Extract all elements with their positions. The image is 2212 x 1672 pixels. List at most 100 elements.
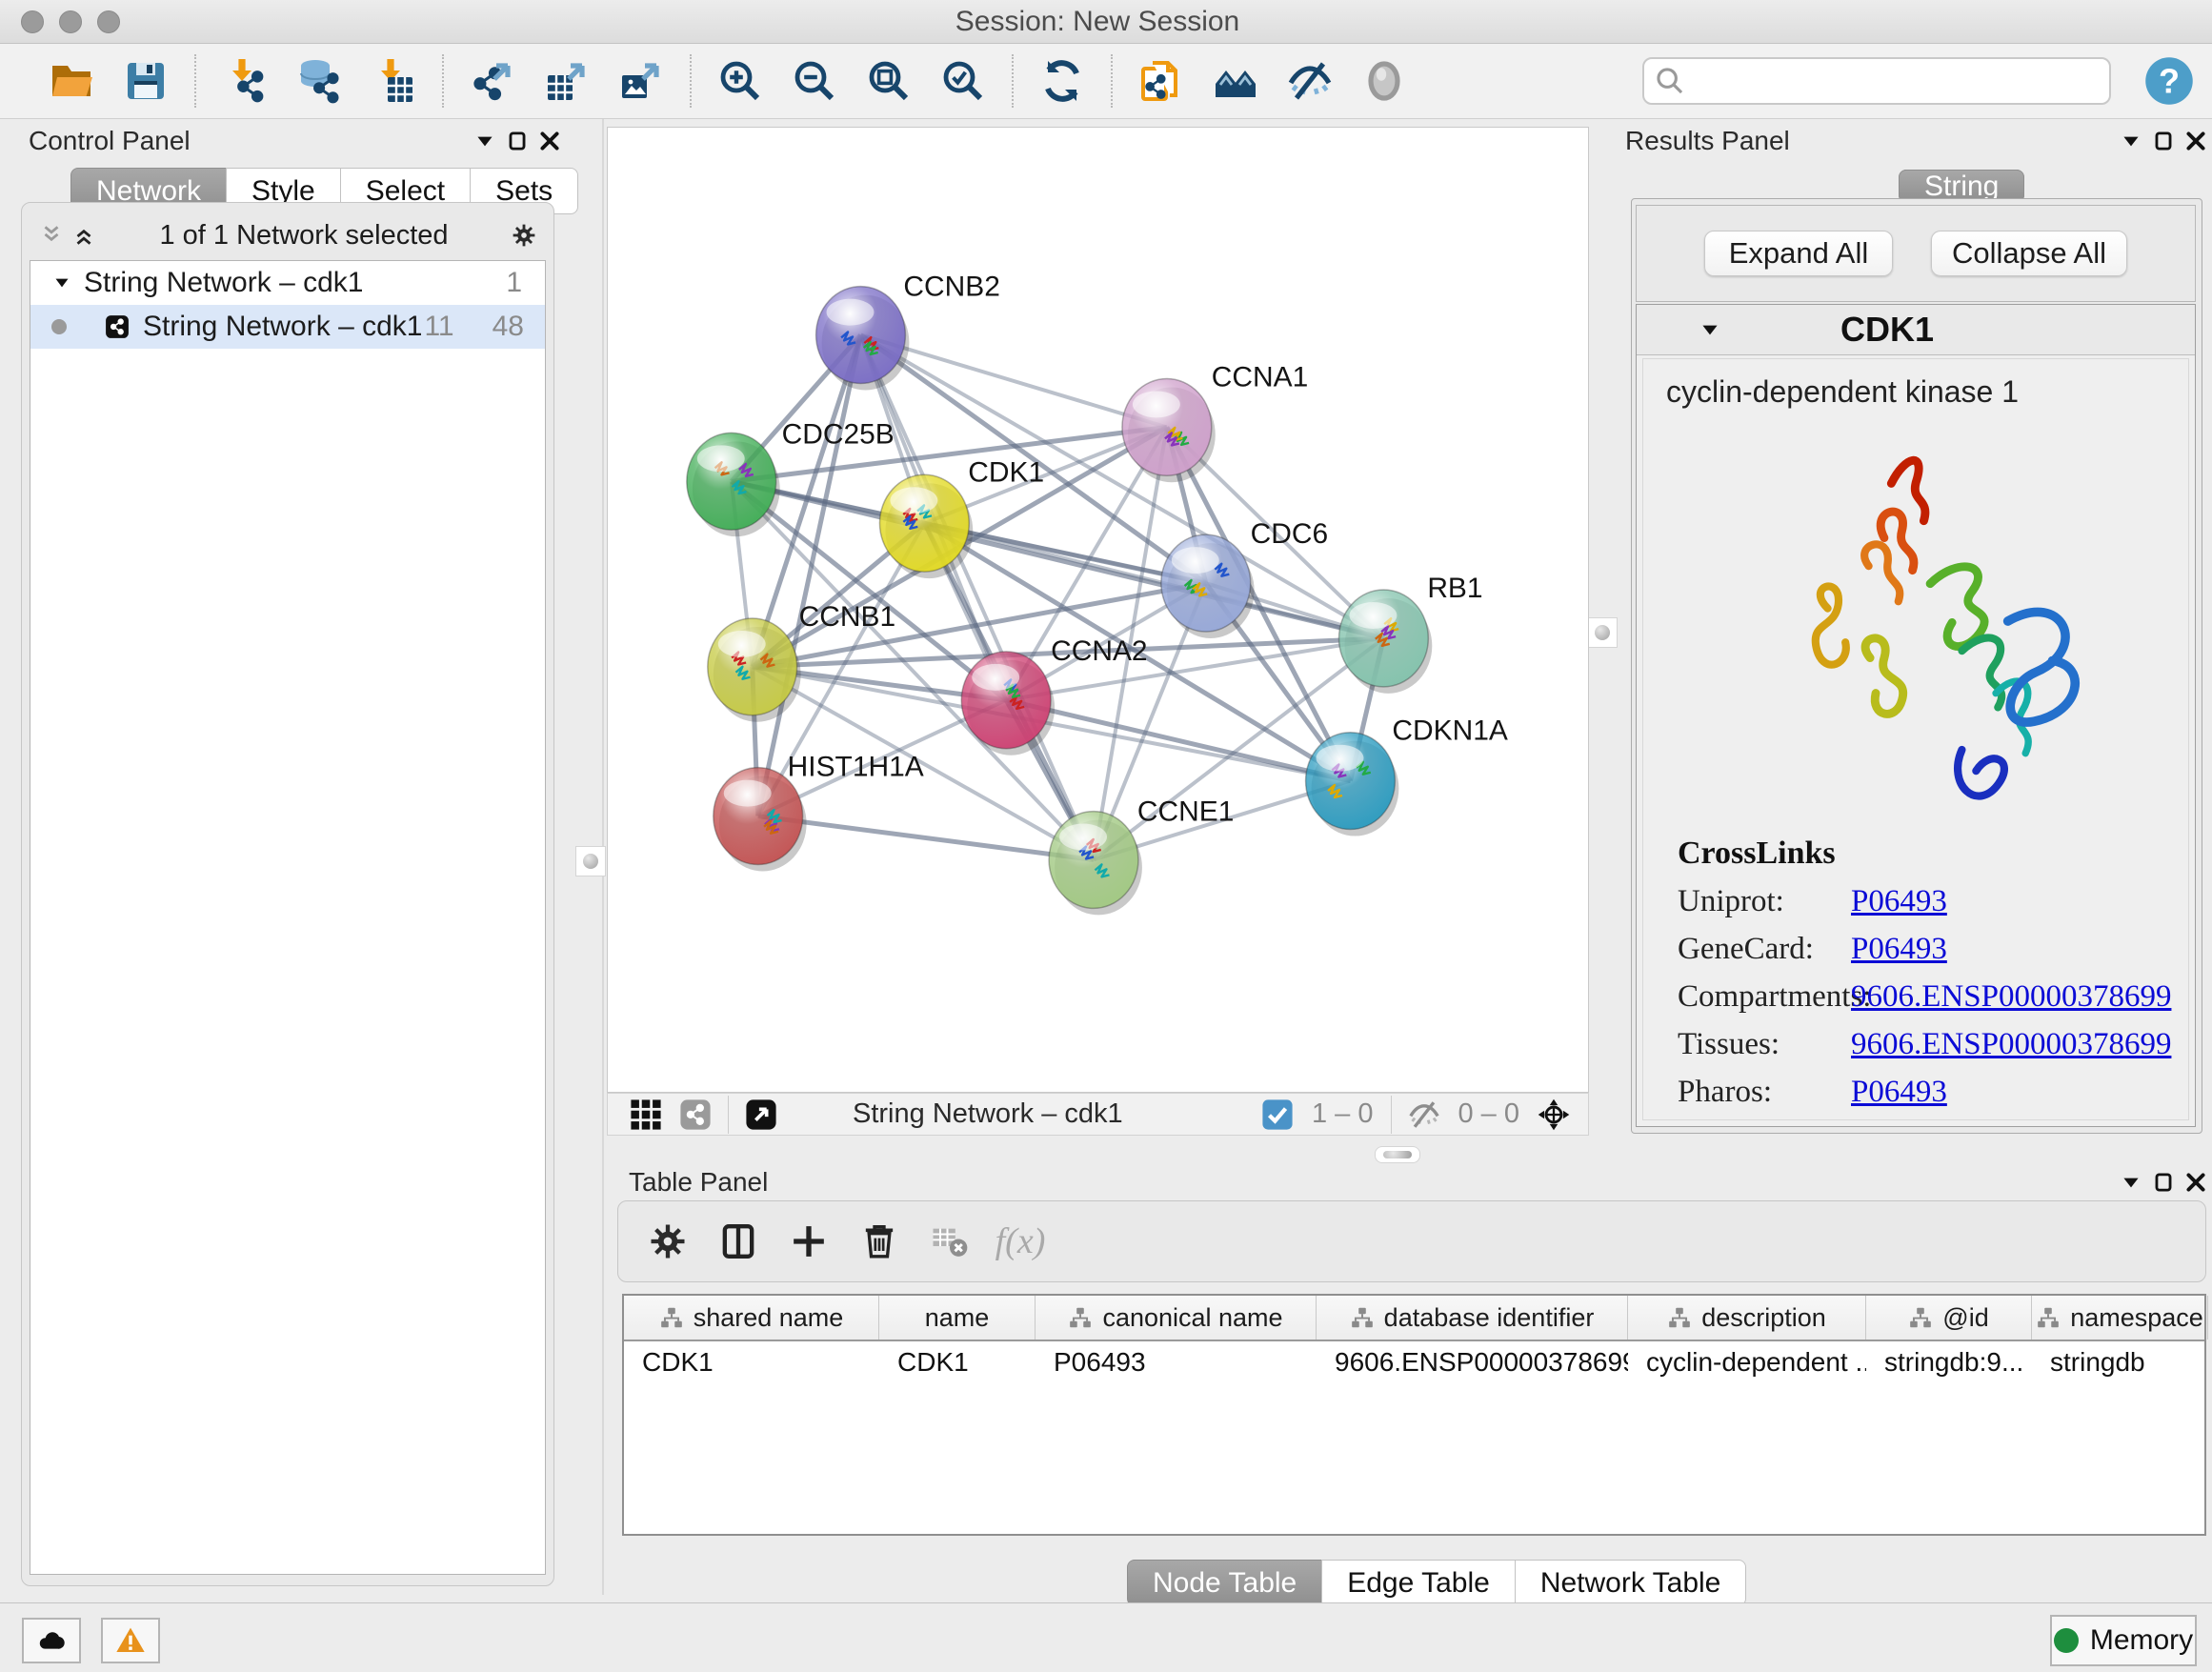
toolbar-separator [1012,54,1014,108]
collection-count: 1 [506,267,522,299]
column-header--id[interactable]: @id [1866,1296,2032,1340]
control-panel-menu-caret-icon[interactable] [469,125,501,157]
cell-name[interactable]: CDK1 [879,1341,1036,1383]
table-options-gear-icon[interactable] [641,1217,694,1266]
search-input[interactable] [1686,65,2109,97]
birds-eye-crosshair-icon[interactable] [1535,1096,1573,1134]
left-splitter-handle[interactable] [575,846,606,876]
cloud-status-button[interactable] [22,1618,81,1663]
gene-section-header[interactable]: CDK1 [1637,305,2195,355]
memory-button[interactable]: Memory [2050,1615,2197,1666]
search-icon [1654,65,1686,97]
export-image-icon[interactable] [612,54,671,108]
collection-expand-caret-icon[interactable] [46,267,78,299]
tab-node-table[interactable]: Node Table [1127,1560,1321,1606]
hidden-eye-icon[interactable] [1405,1096,1443,1134]
svg-text:CDK1: CDK1 [968,456,1044,488]
add-column-icon[interactable] [782,1217,835,1266]
bottom-splitter-handle[interactable] [1375,1146,1420,1163]
show-columns-icon[interactable] [712,1217,765,1266]
open-file-icon[interactable] [42,54,101,108]
crosslink-row: Pharos:P06493 [1678,1075,2173,1110]
delete-table-icon [923,1217,976,1266]
network-options-gear-icon[interactable] [508,219,540,252]
network-row[interactable]: String Network – cdk1 11 48 [30,305,545,349]
zoom-selected-icon[interactable] [934,54,993,108]
expand-all-chevron-icon[interactable] [68,219,100,252]
zoom-out-icon[interactable] [785,54,844,108]
tab-edge-table[interactable]: Edge Table [1321,1560,1515,1606]
crosslinks-section: CrossLinks Uniprot:P06493GeneCard:P06493… [1678,836,2173,1110]
table-row[interactable]: CDK1CDK1P064939606.ENSP00000378699cyclin… [624,1341,2204,1383]
help-icon[interactable]: ? [2143,55,2195,107]
column-header-shared-name[interactable]: shared name [624,1296,879,1340]
crosslink-label: Tissues: [1678,1027,1851,1062]
cell-namespace[interactable]: stringdb [2032,1341,2208,1383]
crosslink-link[interactable]: P06493 [1851,1075,1947,1110]
title-bar: Session: New Session [0,0,2212,44]
crosslink-link[interactable]: 9606.ENSP00000378699 [1851,979,2171,1015]
control-panel: Control Panel NetworkStyleSelectSets 1 o… [10,124,566,1591]
cell-canonical-name[interactable]: P06493 [1036,1341,1317,1383]
zoom-in-icon[interactable] [711,54,770,108]
expand-all-button[interactable]: Expand All [1704,231,1893,276]
cell--id[interactable]: stringdb:9... [1866,1341,2032,1383]
table-panel-close-icon[interactable] [2180,1166,2212,1199]
delete-column-icon[interactable] [853,1217,906,1266]
gene-description: cyclin-dependent kinase 1 [1666,374,2188,410]
column-header-namespace[interactable]: namespace [2032,1296,2208,1340]
control-panel-float-icon[interactable] [501,125,533,157]
network-canvas[interactable]: CCNB2CCNA1CDC25BCDK1CDC6RB1CCNB1CCNA2CDK… [607,127,1589,1093]
network-view-title: String Network – cdk1 [853,1098,1253,1130]
svg-text:?: ? [2159,61,2180,100]
column-header-name[interactable]: name [879,1296,1036,1340]
tab-network-table[interactable]: Network Table [1515,1560,1747,1606]
import-network-file-icon[interactable] [215,54,274,108]
import-network-database-icon[interactable] [290,54,349,108]
results-panel-close-icon[interactable] [2180,125,2212,157]
cell-shared-name[interactable]: CDK1 [624,1341,879,1383]
column-header-description[interactable]: description [1628,1296,1866,1340]
hide-selected-icon[interactable] [1280,54,1339,108]
column-header-database-identifier[interactable]: database identifier [1317,1296,1628,1340]
cell-database-identifier[interactable]: 9606.ENSP00000378699 [1317,1341,1628,1383]
apply-layout-icon[interactable] [1033,54,1092,108]
zoom-fit-icon[interactable] [859,54,918,108]
clone-network-icon[interactable] [1132,54,1191,108]
first-neighbors-icon[interactable] [1206,54,1265,108]
shared-column-icon [1908,1305,1942,1330]
crosslink-link[interactable]: P06493 [1851,884,1947,919]
toolbar-separator [1111,54,1113,108]
svg-text:CDC25B: CDC25B [782,418,895,450]
crosslink-link[interactable]: P06493 [1851,932,1947,967]
open-in-new-window-icon[interactable] [742,1096,780,1134]
cell-description[interactable]: cyclin-dependent ... [1628,1341,1866,1383]
node-table[interactable]: shared namenamecanonical namedatabase id… [622,1294,2206,1536]
crosslink-row: Uniprot:P06493 [1678,884,2173,919]
selected-counts: 1 – 0 [1312,1098,1374,1130]
results-panel-title: Results Panel [1625,126,1790,156]
network-collection-row[interactable]: String Network – cdk1 1 [30,261,545,305]
import-table-file-icon[interactable] [364,54,423,108]
grid-view-icon[interactable] [627,1096,665,1134]
table-panel-float-icon[interactable] [2147,1166,2180,1199]
export-network-icon[interactable] [463,54,522,108]
table-panel-menu-caret-icon[interactable] [2115,1166,2147,1199]
table-toolbar: f(x) [617,1200,2206,1282]
export-table-icon[interactable] [537,54,596,108]
control-panel-close-icon[interactable] [533,125,566,157]
svg-text:CCNB1: CCNB1 [799,601,895,633]
search-box[interactable] [1642,57,2111,105]
network-overview-icon[interactable] [676,1096,714,1134]
collapse-all-chevron-icon[interactable] [35,219,68,252]
column-header-canonical-name[interactable]: canonical name [1036,1296,1317,1340]
show-all-icon[interactable] [1355,54,1414,108]
collapse-all-button[interactable]: Collapse All [1931,231,2127,276]
results-panel-float-icon[interactable] [2147,125,2180,157]
crosslink-link[interactable]: 9606.ENSP00000378699 [1851,1027,2171,1062]
save-session-icon[interactable] [116,54,175,108]
selected-checkbox-icon[interactable] [1258,1096,1297,1134]
warnings-button[interactable] [101,1618,160,1663]
gene-collapse-caret-icon[interactable] [1694,313,1726,346]
results-panel-menu-caret-icon[interactable] [2115,125,2147,157]
